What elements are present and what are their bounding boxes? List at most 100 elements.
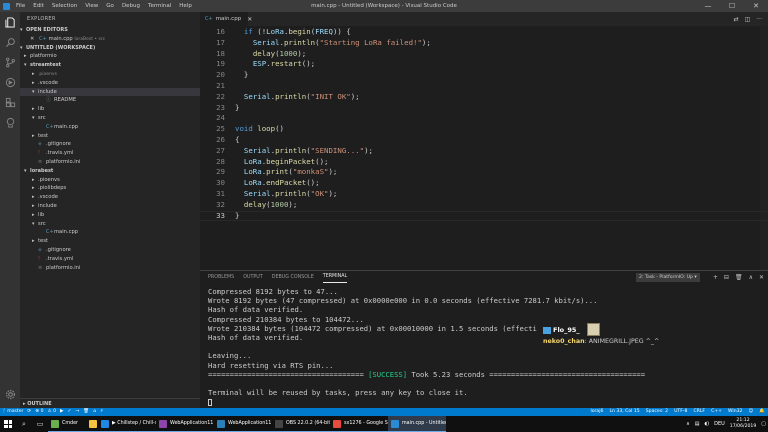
taskbar-app[interactable]: sx1276 - Google Su... <box>330 416 388 432</box>
taskbar-app[interactable]: OBS 22.0.2 (64-bit, ... <box>272 416 330 432</box>
status-item-right[interactable]: Spaces: 2 <box>646 408 668 416</box>
tree-item[interactable]: ▸ test <box>20 132 200 141</box>
status-item-right[interactable]: ☺ <box>748 408 753 416</box>
tree-item[interactable]: ▸ .vscode <box>20 193 200 202</box>
clock[interactable]: 21:12 17/06/2019 <box>730 418 756 430</box>
taskbar-app[interactable]: WebApplication11 <box>214 416 272 432</box>
close-panel-icon[interactable]: ✕ <box>759 274 764 281</box>
tab-problems[interactable]: PROBLEMS <box>208 275 234 280</box>
taskbar-app[interactable]: main.cpp - Untitled... <box>388 416 446 432</box>
tree-item[interactable]: ▾ src <box>20 114 200 123</box>
menu-file[interactable]: File <box>12 0 29 12</box>
status-item-left[interactable]: ⚡ <box>100 408 103 416</box>
code-editor[interactable]: 16 if (!LoRa.begin(FREQ)) {17 Serial.pri… <box>200 26 768 270</box>
status-item-right[interactable]: CRLF <box>693 408 705 416</box>
start-button[interactable] <box>0 416 16 432</box>
tree-item[interactable]: ▸ .piolibdeps <box>20 184 200 193</box>
status-item-right[interactable]: Ln 33, Col 15 <box>609 408 639 416</box>
volume-icon[interactable]: ◖) <box>705 421 710 427</box>
tree-item[interactable]: ▾ src <box>20 220 200 229</box>
status-item-left[interactable]: ▶ <box>60 408 64 416</box>
tab-output[interactable]: OUTPUT <box>243 275 263 280</box>
tree-item[interactable]: ! .travis.yml <box>20 149 200 158</box>
maximize-button[interactable]: ☐ <box>720 0 744 12</box>
tree-item[interactable]: ▸ .pioenvs <box>20 176 200 185</box>
tree-item[interactable]: C+main.cpp <box>20 228 200 237</box>
tree-item[interactable]: ▸ lib <box>20 211 200 220</box>
platformio-icon[interactable] <box>0 112 20 132</box>
menu-terminal[interactable]: Terminal <box>144 0 175 12</box>
source-control-icon[interactable] <box>0 52 20 72</box>
menu-edit[interactable]: Edit <box>29 0 48 12</box>
status-item-left[interactable]: ᚴ master <box>3 408 23 416</box>
tree-item[interactable]: ! .travis.yml <box>20 255 200 264</box>
split-terminal-icon[interactable]: ⊟ <box>724 274 729 281</box>
keyboard-language[interactable]: DEU <box>714 421 725 427</box>
tree-item[interactable]: C+main.cpp <box>20 123 200 132</box>
close-tab-icon[interactable]: ✕ <box>247 16 252 23</box>
compare-icon[interactable]: ⇄ <box>734 16 739 23</box>
taskbar-app[interactable]: Cmder <box>48 416 86 432</box>
more-actions-icon[interactable]: ··· <box>756 16 762 23</box>
menu-debug[interactable]: Debug <box>118 0 144 12</box>
taskbar-app[interactable]: WebApplication11 ... <box>156 416 214 432</box>
menu-help[interactable]: Help <box>175 0 196 12</box>
new-terminal-icon[interactable]: + <box>713 274 718 281</box>
editor-scrollbar[interactable] <box>760 26 768 270</box>
tree-item[interactable]: ▸ include <box>20 202 200 211</box>
settings-gear-icon[interactable] <box>0 384 20 404</box>
tree-item[interactable]: ▾ lorabest <box>20 167 200 176</box>
tree-item[interactable]: ▸ platformio <box>20 52 200 61</box>
status-item-left[interactable]: ⌂ <box>93 408 96 416</box>
tree-item[interactable]: ▸ test <box>20 237 200 246</box>
taskbar-app[interactable]: ▶ Chillstep / Chill-st... <box>98 416 156 432</box>
open-editor-item[interactable]: ✕ C+ main.cpp loraBest • src <box>20 35 200 44</box>
menu-go[interactable]: Go <box>102 0 118 12</box>
tray-chevron-icon[interactable]: ∧ <box>686 421 690 427</box>
close-editor-icon[interactable]: ✕ <box>30 36 34 42</box>
tree-item[interactable]: ≡ platformio.ini <box>20 264 200 273</box>
outline-section[interactable]: ▸ OUTLINE <box>20 398 200 408</box>
tab-main-cpp[interactable]: C+ main.cpp ✕ <box>200 12 252 26</box>
terminal-select[interactable]: 2: Task - PlatformIO: Up ▾ <box>636 273 700 282</box>
extensions-icon[interactable] <box>0 92 20 112</box>
status-item-left[interactable]: 🗑 <box>83 408 89 416</box>
search-icon[interactable] <box>0 32 20 52</box>
status-item-left[interactable]: ✓ <box>68 408 72 416</box>
status-item-right[interactable]: loraj6 <box>590 408 603 416</box>
status-item-right[interactable]: UTF-8 <box>674 408 687 416</box>
tree-item[interactable]: ▸ .pioenvs <box>20 70 200 79</box>
tree-item[interactable]: ▸ .vscode <box>20 79 200 88</box>
maximize-panel-icon[interactable]: ∧ <box>749 274 753 281</box>
network-icon[interactable]: ▤ <box>695 421 700 427</box>
status-item-right[interactable]: Win32 <box>728 408 742 416</box>
tree-item[interactable]: ◆ .gitignore <box>20 246 200 255</box>
split-editor-icon[interactable]: ◫ <box>745 16 751 23</box>
workspace-header[interactable]: ▾ UNTITLED (WORKSPACE) <box>20 44 200 53</box>
status-item-left[interactable]: ⊗ 0 <box>35 408 43 416</box>
status-item-left[interactable]: → <box>75 408 79 416</box>
debug-icon[interactable] <box>0 72 20 92</box>
menu-selection[interactable]: Selection <box>48 0 81 12</box>
menu-view[interactable]: View <box>81 0 102 12</box>
status-item-right[interactable]: 🔔 <box>759 408 765 416</box>
open-editors-header[interactable]: ▾ OPEN EDITORS <box>20 26 200 35</box>
task-view-icon[interactable]: ▭ <box>32 416 48 432</box>
tree-item[interactable]: ▾ include <box>20 87 200 97</box>
tree-item[interactable]: ▸ lib <box>20 105 200 114</box>
search-icon[interactable]: ⌕ <box>16 416 32 432</box>
tab-terminal[interactable]: TERMINAL <box>322 272 348 283</box>
tree-item[interactable]: ≡ platformio.ini <box>20 158 200 167</box>
tab-debug-console[interactable]: DEBUG CONSOLE <box>272 275 314 280</box>
tree-item[interactable]: ⓘ README <box>20 96 200 105</box>
notifications-icon[interactable]: ▢ <box>761 421 766 427</box>
explorer-icon[interactable] <box>0 12 20 32</box>
tree-item[interactable]: ▾ streamtest <box>20 61 200 70</box>
close-window-button[interactable]: ✕ <box>744 0 768 12</box>
status-item-right[interactable]: C++ <box>711 408 722 416</box>
taskbar-app[interactable] <box>86 416 98 432</box>
trash-icon[interactable]: 🗑 <box>735 274 743 281</box>
status-item-left[interactable]: ⟳ <box>27 408 31 416</box>
tree-item[interactable]: ◆ .gitignore <box>20 140 200 149</box>
status-item-left[interactable]: ⚠ 0 <box>48 408 57 416</box>
